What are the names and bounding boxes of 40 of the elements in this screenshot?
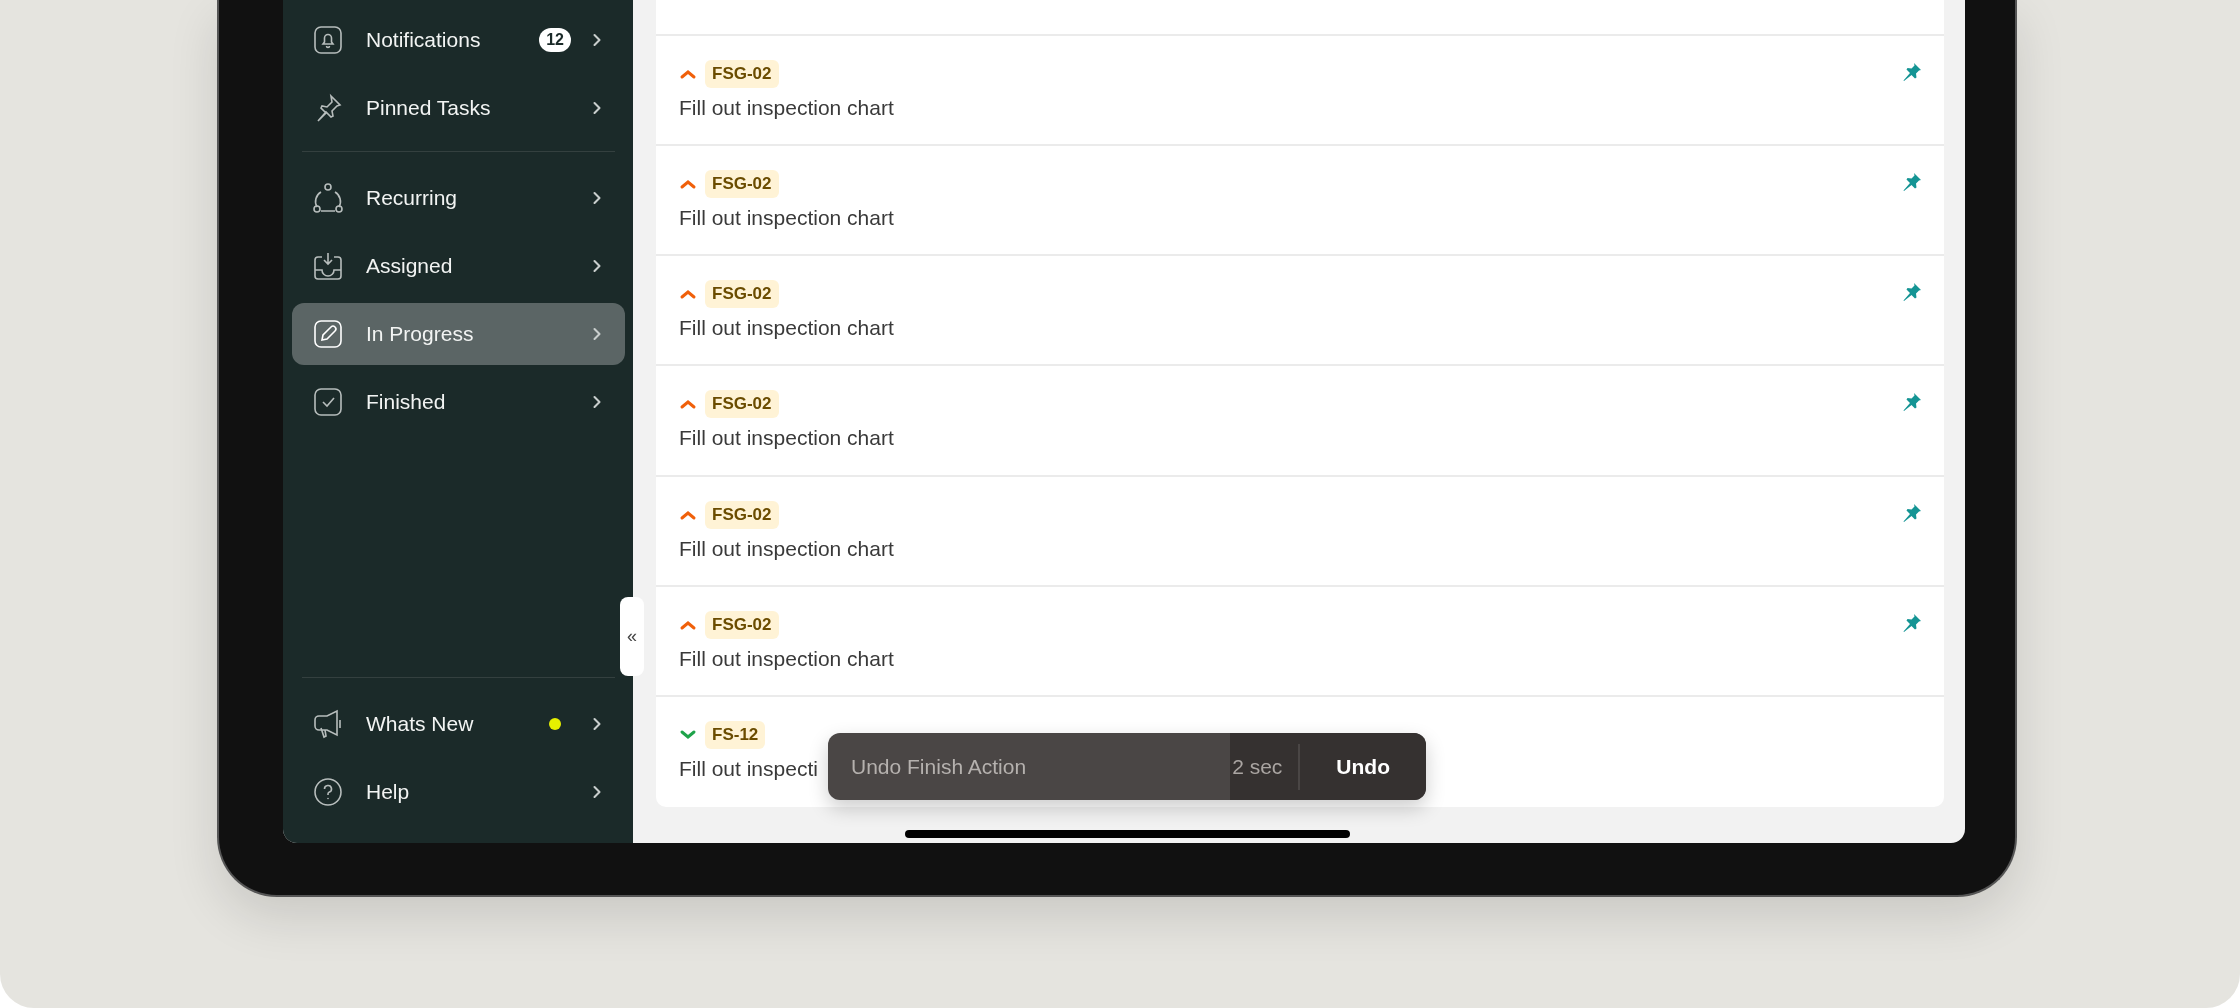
help-icon — [312, 776, 344, 808]
collapse-button[interactable]: « — [620, 597, 644, 676]
task-tag: FSG-02 — [705, 59, 779, 88]
sidebar-item[interactable]: Finished — [292, 371, 625, 433]
task-title: Fill out inspection chart — [679, 206, 894, 231]
bell-icon — [312, 24, 344, 56]
task-title: Fill out inspection chart — [679, 536, 894, 561]
megaphone-icon — [312, 708, 344, 740]
task-title: Fill out inspection chart — [679, 95, 894, 120]
task-tag: FSG-02 — [705, 390, 779, 419]
pushpin-icon[interactable] — [1902, 612, 1922, 633]
undo-button[interactable]: Undo — [1300, 733, 1426, 800]
task-tag: FSG-02 — [705, 500, 779, 529]
task-tag: FSG-02 — [705, 610, 779, 639]
pushpin-icon[interactable] — [1902, 282, 1922, 303]
pushpin-icon[interactable] — [1902, 61, 1922, 82]
task-title: Fill out inspection chart — [679, 426, 894, 451]
checkbox-icon — [312, 386, 344, 418]
sidebar-item[interactable]: Notifications 12 — [292, 9, 625, 71]
inbox-icon — [312, 250, 344, 282]
task-tag: FSG-02 — [705, 280, 779, 309]
task-title: Fill out inspection chart — [679, 646, 894, 671]
count-badge: 12 — [539, 28, 571, 52]
sidebar-item[interactable]: Assigned — [292, 235, 625, 297]
countdown-text: 2 sec — [1230, 743, 1301, 790]
task-tag: FS-12 — [705, 720, 766, 749]
sidebar-item[interactable]: In Progress — [292, 303, 625, 365]
toast-message: Undo Finish Action — [850, 754, 1028, 779]
sidebar-item[interactable]: Help — [292, 761, 625, 823]
pushpin-icon[interactable] — [1902, 172, 1922, 193]
task-title: Fill out inspection chart — [679, 316, 894, 341]
pushpin-icon[interactable] — [1902, 392, 1922, 413]
pushpin-icon[interactable] — [1902, 502, 1922, 523]
sidebar-item[interactable]: Pinned Tasks — [292, 77, 625, 139]
task-title: Fill out inspecti — [679, 756, 818, 781]
pencil-icon — [312, 318, 344, 350]
task-tag: FSG-02 — [705, 170, 779, 199]
cycle-icon — [312, 182, 344, 214]
sidebar-item[interactable]: Recurring — [292, 167, 625, 229]
sidebar-item[interactable]: Whats New — [292, 693, 625, 755]
